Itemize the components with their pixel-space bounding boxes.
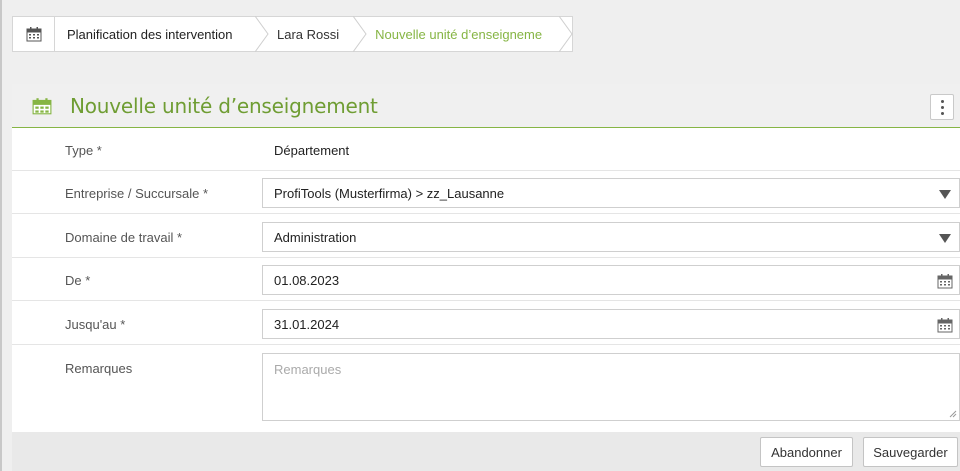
breadcrumb-separator xyxy=(353,16,367,52)
kebab-menu-dot xyxy=(940,105,944,109)
until-date-value: 31.01.2024 xyxy=(274,316,340,332)
save-button-label: Sauvegarder xyxy=(873,444,948,460)
calendar-icon xyxy=(32,97,52,114)
breadcrumb-item-label: Nouvelle unité d’enseigneme xyxy=(375,26,543,42)
form-row-company: Entreprise / Succursale * ProfiTools (Mu… xyxy=(12,171,960,214)
domain-label: Domaine de travail * xyxy=(65,230,183,245)
form-footer: Abandonner Sauvegarder xyxy=(12,432,960,471)
save-button[interactable]: Sauvegarder xyxy=(863,437,958,467)
breadcrumb-separator xyxy=(559,16,573,52)
page-title: Nouvelle unité d’enseignement xyxy=(70,93,378,118)
form-row-domain: Domaine de travail * Administration xyxy=(12,214,960,258)
breadcrumb-separator xyxy=(255,16,269,52)
company-select-value: ProfiTools (Musterfirma) > zz_Lausanne xyxy=(274,185,505,201)
company-label: Entreprise / Succursale * xyxy=(65,186,209,201)
kebab-menu-icon xyxy=(940,99,944,103)
form-row-from: De * 01.08.2023 xyxy=(12,258,960,301)
breadcrumb-home[interactable] xyxy=(13,17,55,51)
domain-select-value: Administration xyxy=(274,229,357,245)
breadcrumb-item-planning[interactable]: Planification des intervention xyxy=(55,17,255,51)
company-select[interactable]: ProfiTools (Musterfirma) > zz_Lausanne xyxy=(262,178,960,208)
kebab-menu-dot xyxy=(940,111,944,115)
until-label: Jusqu'au * xyxy=(65,317,126,332)
from-date-value: 01.08.2023 xyxy=(274,272,340,288)
form-card: Nouvelle unité d’enseignement Type * Dép… xyxy=(12,84,960,471)
form-row-remarks: Remarques Remarques xyxy=(12,345,960,432)
kebab-menu-button[interactable] xyxy=(930,94,954,120)
breadcrumb-item-person[interactable]: Lara Rossi xyxy=(269,17,353,51)
remarks-placeholder: Remarques xyxy=(274,362,342,377)
calendar-icon[interactable] xyxy=(937,273,953,289)
cancel-button[interactable]: Abandonner xyxy=(760,437,853,467)
breadcrumb-item-label: Planification des intervention xyxy=(67,26,233,42)
cancel-button-label: Abandonner xyxy=(771,444,842,460)
form-row-type: Type * Département xyxy=(12,128,960,171)
breadcrumb-item-label: Lara Rossi xyxy=(277,26,340,42)
type-value: Département xyxy=(274,143,350,158)
domain-select[interactable]: Administration xyxy=(262,222,960,252)
remarks-label: Remarques xyxy=(65,361,133,376)
until-date-input[interactable]: 31.01.2024 xyxy=(262,309,960,339)
calendar-icon[interactable] xyxy=(937,317,953,333)
breadcrumb: Planification des intervention Lara Ross… xyxy=(12,16,574,52)
from-date-input[interactable]: 01.08.2023 xyxy=(262,265,960,295)
card-header: Nouvelle unité d’enseignement xyxy=(12,84,960,128)
calendar-icon xyxy=(26,27,41,42)
dropdown-caret-icon xyxy=(939,190,951,199)
breadcrumb-item-current: Nouvelle unité d’enseigneme xyxy=(367,17,559,51)
resize-grip-icon[interactable] xyxy=(949,410,957,418)
type-label: Type * xyxy=(65,143,102,158)
remarks-textarea[interactable]: Remarques xyxy=(262,353,960,421)
form-row-until: Jusqu'au * 31.01.2024 xyxy=(12,301,960,345)
dropdown-caret-icon xyxy=(939,234,951,243)
app-frame: Planification des intervention Lara Ross… xyxy=(0,0,960,471)
from-label: De * xyxy=(65,273,91,288)
